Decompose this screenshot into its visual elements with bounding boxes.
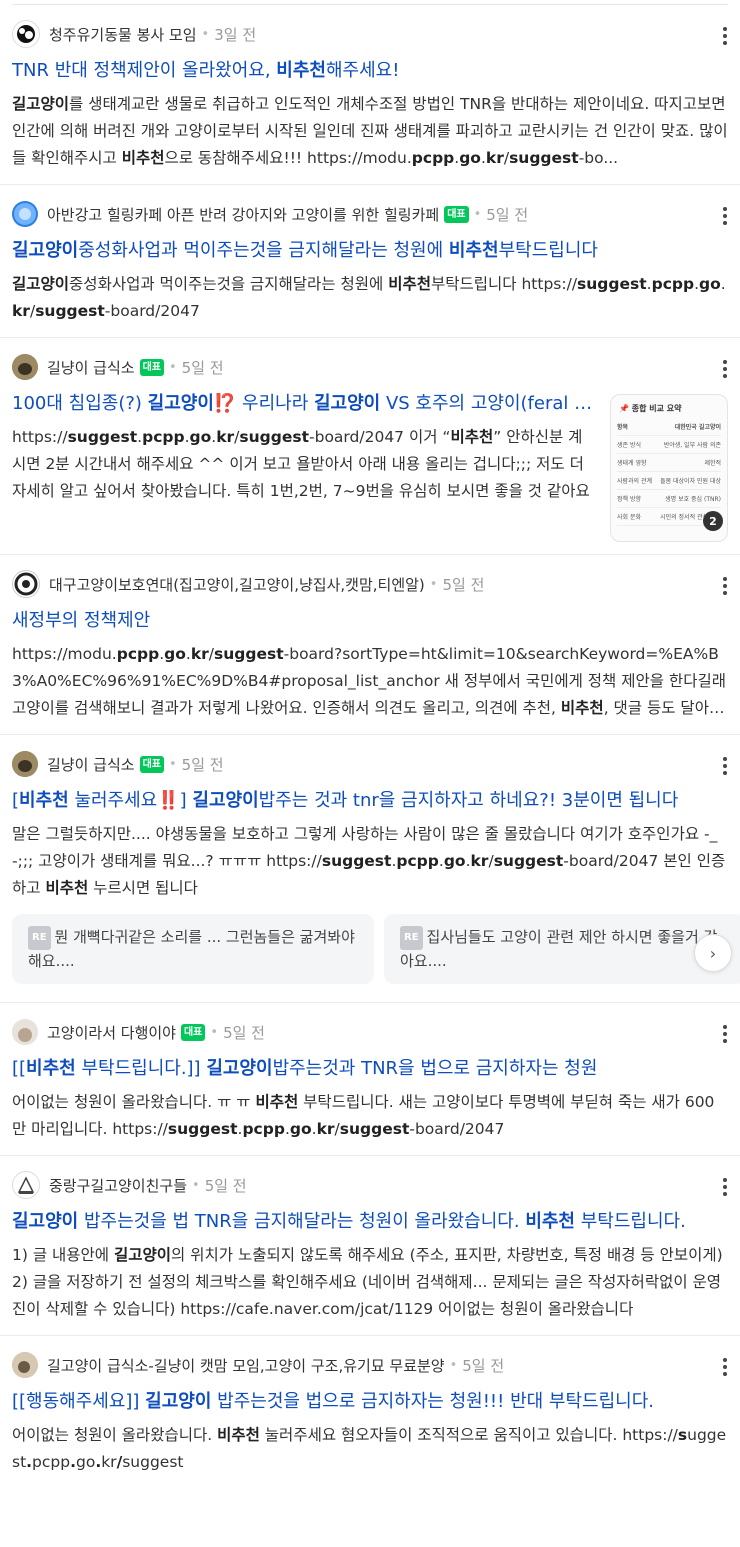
post-snippet: 어이없는 청원이 올라왔습니다. 비추천 눌러주세요 혐오자들이 조직적으로 움…: [12, 1426, 727, 1471]
cafe-name[interactable]: 아반강고 힐링카페 아픈 반려 강아지와 고양이를 위한 힐링카페: [47, 204, 439, 225]
cafe-name[interactable]: 대구고양이보호연대(집고양이,길고양이,냥집사,캣맘,티엔알): [49, 574, 425, 595]
thumbnail-row: 항목 대한민국 길고양이: [617, 418, 721, 436]
representative-badge: 대표: [139, 358, 164, 376]
post-title[interactable]: 100대 침입종(?) 길고양이⁉️ 우리나라 길고양이 VS 호주의 고양이(…: [12, 390, 596, 418]
more-options-icon[interactable]: [720, 27, 730, 45]
post-header: 아반강고 힐링카페 아픈 반려 강아지와 고양이를 위한 힐링카페 대표 • 5…: [12, 199, 728, 229]
separator-dot: •: [473, 206, 482, 222]
post-snippet: 말은 그럴듯하지만.... 야생동물을 보호하고 그렇게 사랑하는 사람이 많은…: [12, 825, 726, 897]
cafe-name[interactable]: 청주유기동물 봉사 모임: [49, 24, 197, 45]
search-result-post: 길냥이 급식소 대표 • 5일 전 [비추천 눌러주세요‼️] 길고양이밥주는 …: [0, 735, 740, 1003]
post-time: 5일 전: [181, 755, 224, 774]
post-header: 길냥이 급식소 대표 • 5일 전: [12, 749, 728, 779]
cafe-avatar[interactable]: [12, 570, 40, 598]
thumbnail-row: 생존 방식 반야생, 일부 사람 의존: [617, 436, 721, 454]
more-options-icon[interactable]: [720, 360, 730, 378]
post-thumbnail[interactable]: 📌 종합 비교 요약 항목 대한민국 길고양이 생존 방식 반야생, 일부 사람 의…: [610, 394, 728, 542]
post-title[interactable]: 새정부의 정책제안: [12, 607, 728, 635]
post-time: 5일 전: [486, 205, 529, 224]
post-snippet: 길고양이중성화사업과 먹이주는것을 금지해달라는 청원에 비추천부탁드립니다 h…: [12, 275, 726, 320]
post-snippet: https://suggest.pcpp.go.kr/suggest-board…: [12, 428, 590, 500]
separator-dot: •: [429, 576, 438, 592]
thumbnail-row: 생태계 영향 제한적: [617, 454, 721, 472]
post-title[interactable]: TNR 반대 정책제안이 올라왔어요, 비추천해주세요!: [12, 57, 728, 85]
representative-badge: 대표: [444, 205, 469, 223]
cafe-avatar[interactable]: [12, 354, 38, 380]
cafe-name[interactable]: 길고양이 급식소-길냥이 캣맘 모임,고양이 구조,유기묘 무료분양: [47, 1355, 445, 1376]
post-title[interactable]: 길고양이중성화사업과 먹이주는것을 금지해달라는 청원에 비추천부탁드립니다: [12, 237, 728, 265]
cafe-avatar[interactable]: [12, 1171, 40, 1199]
comment-preview[interactable]: RE 뭔 개뼉다귀같은 소리를 ... 그런놈들은 굶겨봐야해요....: [12, 914, 374, 984]
post-snippet: 길고양이를 생태계교란 생물로 취급하고 인도적인 개체수조절 방법인 TNR을…: [12, 95, 728, 167]
thumbnail-row: 사람과의 관계 돌봄 대상이자 민원 대상: [617, 472, 721, 490]
thumbnail-title: 📌 종합 비교 요약: [619, 404, 682, 413]
post-time: 5일 전: [462, 1356, 505, 1375]
cafe-avatar[interactable]: [12, 1352, 38, 1378]
cafe-name[interactable]: 중랑구길고양이친구들: [49, 1175, 187, 1196]
post-time: 3일 전: [214, 25, 257, 44]
search-result-post: 아반강고 힐링카페 아픈 반려 강아지와 고양이를 위한 힐링카페 대표 • 5…: [0, 185, 740, 338]
search-result-post: 고양이라서 다행이야 대표 • 5일 전 [[비추천 부탁드립니다.]] 길고양…: [0, 1003, 740, 1156]
chevron-right-icon[interactable]: ›: [694, 934, 732, 972]
search-result-post: 청주유기동물 봉사 모임 • 3일 전 TNR 반대 정책제안이 올라왔어요, …: [0, 5, 740, 185]
post-header: 중랑구길고양이친구들 • 5일 전: [12, 1170, 728, 1200]
cafe-name[interactable]: 길냥이 급식소: [47, 357, 135, 378]
post-time: 5일 전: [442, 575, 485, 594]
cafe-name[interactable]: 길냥이 급식소: [47, 754, 135, 775]
post-snippet: 1) 글 내용안에 길고양이의 위치가 노출되지 않도록 해주세요 (주소, 표…: [12, 1246, 723, 1318]
cafe-name[interactable]: 고양이라서 다행이야: [47, 1022, 176, 1043]
post-snippet: 어이없는 청원이 올라왔습니다. ㅠ ㅠ 비추천 부탁드립니다. 새는 고양이보…: [12, 1093, 715, 1138]
more-options-icon[interactable]: [720, 1178, 730, 1196]
post-header: 대구고양이보호연대(집고양이,길고양이,냥집사,캣맘,티엔알) • 5일 전: [12, 569, 728, 599]
more-options-icon[interactable]: [720, 757, 730, 775]
cafe-avatar[interactable]: [12, 1019, 38, 1045]
separator-dot: •: [201, 26, 210, 42]
post-title[interactable]: 길고양이 밥주는것을 법 TNR을 금지해달라는 청원이 올라왔습니다. 비추천…: [12, 1208, 728, 1236]
search-result-post: 중랑구길고양이친구들 • 5일 전 길고양이 밥주는것을 법 TNR을 금지해달…: [0, 1156, 740, 1336]
thumbnail-row: 정책 방향 생명 보호 중심 (TNR): [617, 490, 721, 508]
post-time: 5일 전: [223, 1023, 265, 1042]
cafe-avatar[interactable]: [12, 20, 40, 48]
post-time: 5일 전: [204, 1176, 247, 1195]
post-title[interactable]: [[비추천 부탁드립니다.]] 길고양이밥주는것과 TNR을 법으로 금지하자는…: [12, 1055, 728, 1083]
post-title[interactable]: [[행동해주세요]] 길고양이 밥주는것을 법으로 금지하자는 청원!!! 반대…: [12, 1388, 728, 1416]
search-result-post: 길고양이 급식소-길냥이 캣맘 모임,고양이 구조,유기묘 무료분양 • 5일 …: [0, 1336, 740, 1488]
post-body: 100대 침입종(?) 길고양이⁉️ 우리나라 길고양이 VS 호주의 고양이(…: [12, 382, 610, 542]
comment-preview[interactable]: RE 집사님들도 고양이 관련 제안 하시면 좋을거 같아요....: [384, 914, 740, 984]
cafe-avatar[interactable]: [12, 201, 38, 227]
post-time: 5일 전: [181, 358, 224, 377]
post-header: 길냥이 급식소 대표 • 5일 전: [12, 352, 728, 382]
post-header: 길고양이 급식소-길냥이 캣맘 모임,고양이 구조,유기묘 무료분양 • 5일 …: [12, 1350, 728, 1380]
more-options-icon[interactable]: [720, 1025, 730, 1043]
more-options-icon[interactable]: [720, 207, 730, 225]
reply-badge: RE: [400, 926, 423, 950]
image-count-badge: 2: [703, 511, 723, 531]
more-options-icon[interactable]: [720, 1358, 730, 1376]
separator-dot: •: [192, 1177, 200, 1193]
cafe-avatar[interactable]: [12, 751, 38, 777]
reply-badge: RE: [28, 926, 51, 950]
separator-dot: •: [168, 359, 177, 375]
search-result-post: 대구고양이보호연대(집고양이,길고양이,냥집사,캣맘,티엔알) • 5일 전 새…: [0, 555, 740, 735]
post-title[interactable]: [비추천 눌러주세요‼️] 길고양이밥주는 것과 tnr을 금지하자고 하네요?…: [12, 787, 728, 815]
comment-previews: RE 뭔 개뼉다귀같은 소리를 ... 그런놈들은 굶겨봐야해요.... RE 집사…: [12, 914, 740, 984]
separator-dot: •: [210, 1024, 219, 1040]
post-header: 고양이라서 다행이야 대표 • 5일 전: [12, 1017, 728, 1047]
post-content-with-thumbnail: 100대 침입종(?) 길고양이⁉️ 우리나라 길고양이 VS 호주의 고양이(…: [12, 382, 728, 542]
more-options-icon[interactable]: [720, 577, 730, 595]
post-header: 청주유기동물 봉사 모임 • 3일 전: [12, 19, 728, 49]
post-snippet: https://modu.pcpp.go.kr/suggest-board?so…: [12, 645, 726, 717]
separator-dot: •: [449, 1357, 458, 1373]
search-result-post: 길냥이 급식소 대표 • 5일 전 100대 침입종(?) 길고양이⁉️ 우리나…: [0, 338, 740, 555]
separator-dot: •: [168, 756, 177, 772]
representative-badge: 대표: [180, 1023, 206, 1041]
representative-badge: 대표: [139, 755, 164, 773]
